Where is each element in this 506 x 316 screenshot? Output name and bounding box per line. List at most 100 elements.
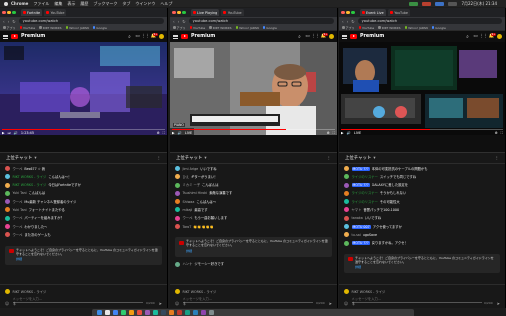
youtube-brand[interactable]: Premium [191,34,215,39]
bookmark-item[interactable]: RIKT WORKS [378,26,401,30]
facetime-icon[interactable] [153,310,158,315]
chat-message[interactable]: ウーペ Mu最新 チャンネル登録者のライジ [5,199,162,205]
account-avatar[interactable] [329,34,334,39]
play-icon[interactable]: ▶ [2,131,5,135]
record-indicator-icon[interactable] [422,1,432,6]
back-arrow-icon[interactable]: ‹ [3,19,5,24]
apple-icon[interactable] [4,1,8,6]
chat-message[interactable]: Yuki Tani こんばんは [5,190,162,196]
chevron-down-icon[interactable]: ▾ [204,156,206,161]
menubar-clock[interactable]: 7月22日(木) 21:34 [461,1,497,7]
chat-message[interactable]: Tsushimi Hiroki 素敵な演奏です [175,190,332,196]
youtube-brand[interactable]: Premium [360,34,384,39]
fullscreen-icon[interactable]: ⛶ [501,131,503,135]
chat-message[interactable]: MOTU ??? 本体の可変抵抗のケーブルの問題かも [344,166,500,171]
photos-icon[interactable] [129,310,134,315]
messages-icon[interactable] [121,310,126,315]
chat-message[interactable]: ハンナ ジモーシー好きです [175,261,332,267]
chat-message[interactable]: MOTU ??? 戻りますかね。アクセ！ [344,240,500,246]
chat-message[interactable]: Jimi Arige いいですね [175,166,332,171]
numbers-icon[interactable] [185,310,190,315]
account-avatar[interactable] [159,34,164,39]
hamburger-menu-icon[interactable] [342,34,347,39]
learn-more-link[interactable]: 詳細 [16,257,158,262]
menu-item-view[interactable]: 表示 [67,1,75,7]
reload-icon[interactable]: ↻ [351,19,354,24]
learn-more-link[interactable]: 詳細 [355,265,496,270]
chat-title[interactable]: 上位チャット [345,155,371,161]
apps-grid-icon[interactable]: ⋮⋮ [479,34,488,39]
create-video-icon[interactable]: ▭ [135,34,140,39]
menu-item-bookmarks[interactable]: ブックマーク [93,1,117,7]
super-chat-icon[interactable]: $ [183,301,186,306]
search-icon[interactable]: ⌕ [127,34,132,40]
menu-item-file[interactable]: ファイル [33,1,49,7]
more-options-icon[interactable]: ⋮ [327,156,331,161]
menu-item-tab[interactable]: タブ [122,1,130,7]
chat-message[interactable]: Yuki Tani フォートナイトまたやる [5,207,162,213]
youtube-app-icon[interactable] [177,310,182,315]
menu-item-help[interactable]: ヘルプ [160,1,172,7]
chat-title[interactable]: 上位チャット [6,155,32,161]
reload-icon[interactable]: ↻ [182,19,185,24]
bookmark-item[interactable]: YouTube [358,26,374,30]
apps-grid-icon[interactable]: ⋮⋮ [311,34,320,39]
browser-tab[interactable]: YouTube [44,9,67,16]
mail-icon[interactable] [193,310,198,315]
more-options-icon[interactable]: ⋮ [495,156,499,161]
bell-icon[interactable]: 🔔 9+ [489,32,496,39]
reload-icon[interactable]: ↻ [12,19,15,24]
bookmark-item[interactable]: Google [262,26,277,30]
bookmark-item[interactable]: アプリ [3,26,16,30]
status-indicator-icon[interactable] [409,1,419,6]
browser-tab[interactable]: Event Live [359,9,386,16]
url-field[interactable]: youtube.com/watch [18,18,164,24]
menu-app-name[interactable]: Chrome [11,1,28,6]
pages-icon[interactable] [169,310,174,315]
search-icon[interactable]: ⌕ [465,34,470,40]
chat-message[interactable]: tanaka いいですね [344,215,500,221]
youtube-logo-icon[interactable] [181,34,188,39]
music-icon[interactable] [137,310,142,315]
learn-more-link[interactable]: 詳細 [186,249,328,254]
bookmark-item[interactable]: アプリ [342,26,355,30]
minimize-window-button[interactable] [177,10,181,15]
chat-message[interactable]: ウーペ パーティーを組みますか？ [5,215,162,221]
super-chat-icon[interactable]: $ [13,301,16,306]
browser-tab[interactable]: Live Playing [190,9,220,16]
video-player[interactable]: ▶ 🔊 LIVE ⚙ ⛶ [339,42,505,135]
bell-icon[interactable]: 🔔 9+ [151,32,158,39]
bookmark-item[interactable]: Yahoo! JAPAN [404,26,428,30]
browser-tab[interactable]: Fortnite [20,9,43,16]
search-icon[interactable]: ⌕ [297,34,302,40]
fullscreen-icon[interactable]: ⛶ [163,131,165,135]
emoji-icon[interactable]: ☺ [344,301,348,306]
video-player[interactable]: PIANO ▶ 🔊 LIVE ⚙ ⛶ [170,42,337,135]
play-icon[interactable]: ▶ [172,131,175,135]
settings-gear-icon[interactable]: ⚙ [157,131,160,135]
chat-message[interactable]: TaroT 👏👏👏👏👏 [175,224,332,230]
terminal-icon[interactable] [161,310,166,315]
chat-message[interactable]: MOTU ??? GALAXYに差した設定を [344,182,500,188]
settings-gear-icon[interactable]: ⚙ [327,131,330,135]
youtube-logo-icon[interactable] [11,34,18,39]
chat-message[interactable]: ウーペ わかりました〜 [5,224,162,230]
volume-icon[interactable]: 🔊 [347,131,351,135]
volume-icon[interactable]: 🔊 [14,131,18,135]
youtube-brand[interactable]: Premium [21,34,45,39]
chat-message[interactable]: ミカミ ー子 こんばんは [175,182,332,188]
minimize-window-button[interactable] [346,10,350,15]
podcasts-icon[interactable] [145,310,150,315]
bookmark-item[interactable]: RIKT WORKS [209,26,232,30]
bookmark-item[interactable]: RIKT WORKS [39,26,62,30]
send-icon[interactable]: ➤ [329,301,332,306]
menu-item-window[interactable]: ウインドウ [135,1,155,7]
forward-arrow-icon[interactable]: › [347,19,349,24]
chat-message[interactable]: RIKT WORKS - ライジ 今日はFortniteですか [5,182,162,188]
more-options-icon[interactable]: ⋮ [157,156,161,161]
settings-gear-icon[interactable]: ⚙ [495,131,498,135]
chrome-icon[interactable] [113,310,118,315]
chat-message[interactable]: mikaji 最高です [175,207,332,213]
close-window-button[interactable] [2,10,6,15]
maximize-window-button[interactable] [351,10,355,15]
